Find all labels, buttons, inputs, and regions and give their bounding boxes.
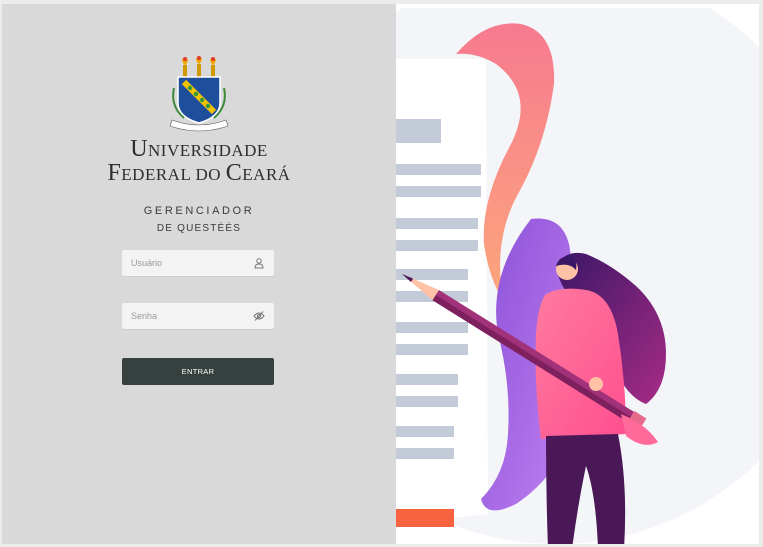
university-name-line1: UNIVERSIDADE <box>2 136 396 163</box>
university-initial-c: C <box>225 160 243 186</box>
login-page: UNIVERSIDADE FEDERAL DO CEARÁ GERENCIADO… <box>2 4 759 544</box>
username-field <box>122 250 274 276</box>
woman-hand <box>589 377 603 391</box>
password-input[interactable] <box>122 303 252 329</box>
university-initial-u: U <box>130 136 149 162</box>
illustration-woman-with-pencil <box>396 4 759 544</box>
eye-slash-icon[interactable] <box>253 310 265 322</box>
university-initial-f: F <box>107 160 122 186</box>
university-name-line2: FEDERAL DO CEARÁ <box>2 160 396 187</box>
university-name-rest-3: EARÁ <box>242 165 291 184</box>
user-icon <box>254 258 264 269</box>
orange-strip <box>396 509 454 527</box>
university-crest-logo <box>169 56 229 132</box>
login-button[interactable]: ENTRAR <box>122 358 274 385</box>
university-name-rest-2: EDERAL DO <box>121 165 226 184</box>
username-input[interactable] <box>122 250 252 276</box>
university-name-rest-1: NIVERSIDADE <box>148 141 268 160</box>
app-title-line2: DE QUESTÉÉS <box>156 223 242 234</box>
app-title-line1: GERENCIADOR <box>143 205 255 217</box>
white-base <box>396 4 759 8</box>
login-panel: UNIVERSIDADE FEDERAL DO CEARÁ GERENCIADO… <box>2 4 396 544</box>
password-field <box>122 303 274 329</box>
